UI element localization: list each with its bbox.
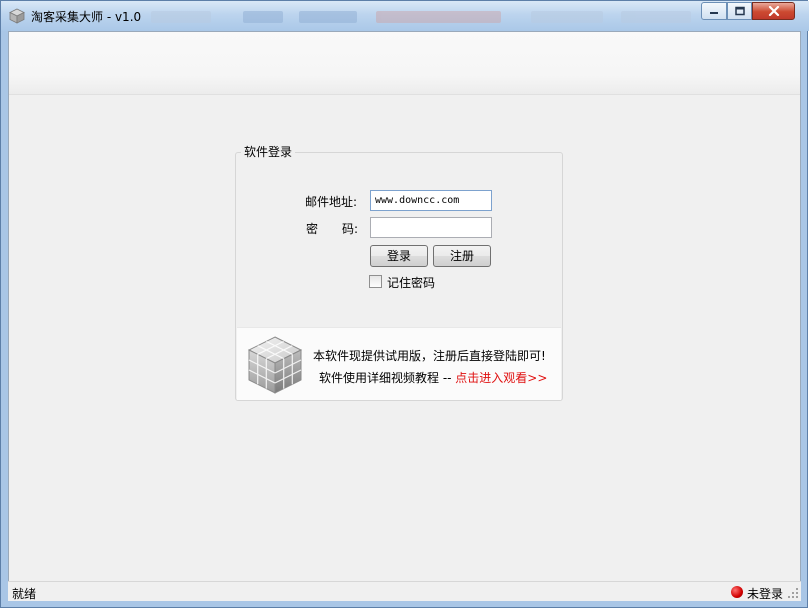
promo-tutorial-prefix: 软件使用详细视频教程 -- — [319, 371, 456, 385]
maximize-icon — [734, 6, 745, 16]
status-bar: 就绪 未登录 — [8, 581, 801, 601]
top-band — [9, 32, 800, 95]
minimize-button[interactable] — [701, 2, 727, 20]
remember-checkbox[interactable] — [369, 275, 382, 288]
register-button[interactable]: 注册 — [433, 245, 491, 267]
status-ready-text: 就绪 — [12, 587, 37, 601]
password-input[interactable] — [370, 217, 492, 238]
password-label: 密 码: — [306, 222, 359, 236]
email-label: 邮件地址: — [305, 195, 358, 209]
promo-tutorial-text: 软件使用详细视频教程 -- 点击进入观看>> — [319, 369, 547, 386]
tutorial-link[interactable]: 点击进入观看>> — [455, 371, 547, 385]
app-cube-icon — [9, 8, 25, 24]
close-button[interactable] — [752, 2, 795, 20]
maximize-button[interactable] — [727, 2, 752, 20]
remember-label: 记住密码 — [387, 276, 436, 290]
background-ghost — [151, 9, 696, 25]
resize-grip-icon[interactable] — [787, 587, 799, 599]
login-status-indicator-icon — [731, 586, 743, 598]
login-button[interactable]: 登录 — [370, 245, 428, 267]
app-window: 淘客采集大师 - v1.0 软件登录 邮件地址: www.downcc.com … — [0, 0, 809, 608]
cube-icon — [247, 336, 303, 394]
promo-trial-text: 本软件现提供试用版，注册后直接登陆即可! — [313, 349, 546, 363]
title-bar[interactable]: 淘客采集大师 - v1.0 — [1, 1, 809, 31]
window-title: 淘客采集大师 - v1.0 — [31, 10, 142, 24]
close-icon — [768, 6, 779, 16]
window-controls — [701, 2, 803, 21]
email-input[interactable] — [370, 190, 492, 211]
login-group-legend: 软件登录 — [241, 143, 296, 160]
minimize-icon — [710, 12, 718, 14]
login-status-text: 未登录 — [747, 587, 784, 601]
